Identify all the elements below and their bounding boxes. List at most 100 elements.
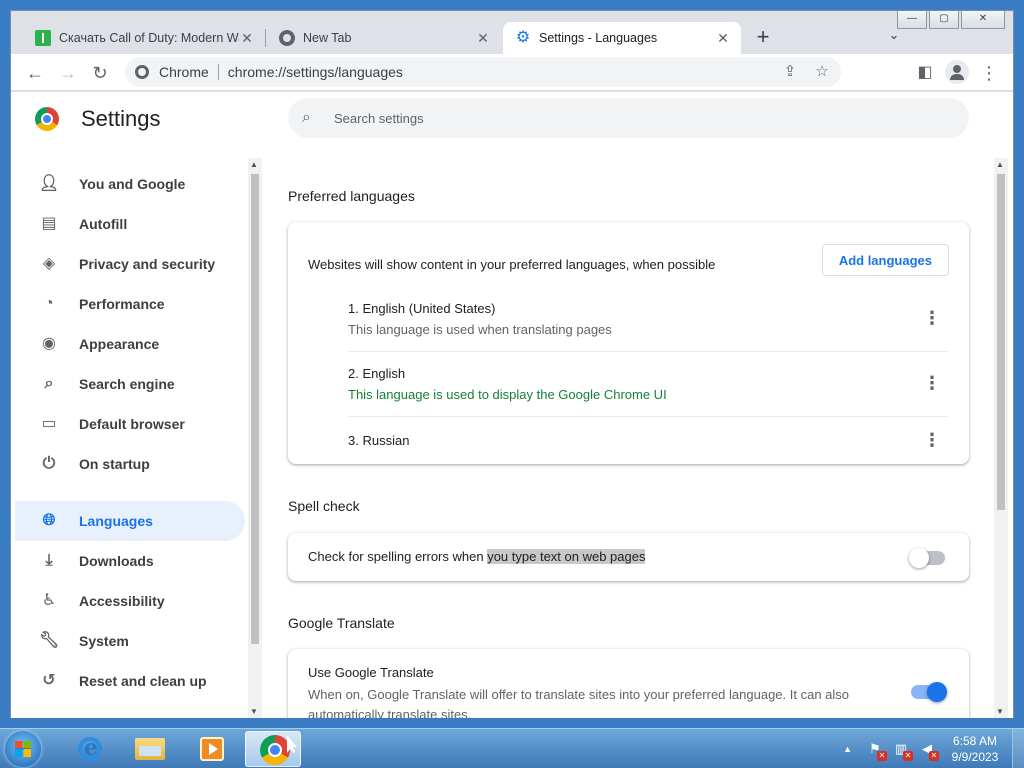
settings-header: Settings ⌕ [11, 92, 1013, 152]
chrome-icon [135, 65, 149, 79]
tab-call-of-duty[interactable]: Скачать Call of Duty: Modern Wa ✕ [23, 22, 265, 54]
sidebar-item-languages[interactable]: 🌐︎ Languages [15, 501, 245, 541]
tab-settings-languages[interactable]: ⚙ Settings - Languages ✕ [503, 22, 741, 54]
sidebar-scrollbar[interactable]: ▲ ▼ [248, 158, 262, 718]
maximize-button[interactable]: ▢ [929, 11, 959, 29]
spell-check-label-text: Check for spelling errors when [308, 549, 488, 564]
search-icon: ⌕ [302, 109, 311, 126]
google-translate-card: Use Google Translate When on, Google Tra… [288, 649, 969, 718]
minimize-button[interactable]: — [897, 11, 927, 29]
side-panel-icon[interactable]: ◧ [913, 61, 937, 85]
main-scrollbar[interactable]: ▲ ▼ [994, 158, 1008, 718]
sidebar-item-label: On startup [79, 456, 150, 472]
globe-icon: 🌐︎ [42, 512, 56, 529]
sidebar-item-appearance[interactable]: ◉ Appearance [15, 324, 245, 364]
close-icon[interactable]: ✕ [475, 30, 491, 47]
spell-check-label: Check for spelling errors when you type … [308, 549, 646, 564]
scroll-up-arrow-icon[interactable]: ▲ [250, 160, 258, 169]
windows-logo-icon [15, 741, 31, 757]
taskbar-media-player[interactable] [182, 731, 238, 767]
tab-separator [265, 29, 266, 47]
tab-new-tab[interactable]: New Tab ✕ [267, 22, 501, 54]
taskbar-internet-explorer[interactable] [60, 731, 116, 767]
toggle-knob [927, 682, 947, 702]
bookmark-star-icon[interactable]: ☆ [811, 60, 833, 84]
close-icon[interactable]: ✕ [715, 30, 731, 47]
chrome-favicon-icon [279, 30, 295, 46]
sidebar-item-on-startup[interactable]: ⏻ On startup [15, 444, 245, 484]
accessibility-icon: ♿︎ [41, 592, 57, 609]
profile-avatar[interactable] [945, 60, 969, 84]
address-url[interactable]: chrome://settings/languages [228, 64, 403, 80]
show-desktop-button[interactable] [1012, 729, 1024, 768]
browser-window: Скачать Call of Duty: Modern Wa ✕ New Ta… [10, 10, 1014, 718]
close-window-button[interactable]: ✕ [961, 11, 1005, 29]
sidebar-item-autofill[interactable]: ▤ Autofill [15, 204, 245, 244]
forward-icon[interactable]: → [56, 61, 80, 85]
add-languages-button[interactable]: Add languages [821, 244, 949, 276]
toggle-knob [909, 548, 929, 568]
language-more-actions-icon[interactable]: ⋮ [923, 430, 941, 450]
spell-check-card: Check for spelling errors when you type … [288, 533, 969, 581]
translate-description: When on, Google Translate will offer to … [308, 687, 850, 718]
volume-icon[interactable]: ◀ ✕ [918, 740, 939, 761]
person-icon: 👤︎ [39, 175, 60, 192]
scroll-up-arrow-icon[interactable]: ▲ [996, 160, 1004, 169]
section-title-spell-check: Spell check [288, 498, 360, 514]
sidebar-item-label: Autofill [79, 216, 128, 232]
back-icon[interactable]: ← [23, 61, 47, 85]
clock-time: 6:58 AM [952, 734, 998, 748]
network-icon[interactable]: ▥ ✕ [892, 740, 913, 761]
folder-icon [135, 738, 165, 760]
browser-icon: ▭ [41, 415, 57, 432]
sidebar-item-label: Appearance [79, 336, 160, 352]
sidebar-item-reset[interactable]: ↺ Reset and clean up [15, 661, 245, 701]
sidebar-item-default-browser[interactable]: ▭ Default browser [15, 404, 245, 444]
new-tab-button[interactable]: + [751, 26, 775, 50]
download-icon: ⤓ [45, 552, 53, 569]
sidebar-item-label: Default browser [79, 416, 185, 432]
scroll-down-arrow-icon[interactable]: ▼ [996, 707, 1004, 716]
sidebar-item-privacy[interactable]: ◈ Privacy and security [15, 244, 245, 284]
clipboard-icon: ▤ [41, 215, 57, 232]
reload-icon[interactable]: ↻ [88, 61, 112, 85]
section-title-preferred-languages: Preferred languages [288, 188, 415, 204]
preferred-languages-card: Websites will show content in your prefe… [288, 222, 969, 464]
close-icon[interactable]: ✕ [239, 30, 255, 47]
google-translate-toggle[interactable] [911, 682, 947, 702]
sidebar-item-performance[interactable]: ◔ Performance [15, 284, 245, 324]
menu-kebab-icon[interactable]: ⋮ [977, 61, 1001, 85]
spell-check-toggle[interactable] [909, 548, 945, 568]
sidebar-item-accessibility[interactable]: ♿︎ Accessibility [15, 581, 245, 621]
scroll-down-arrow-icon[interactable]: ▼ [250, 707, 258, 716]
share-icon[interactable]: ⇪ [779, 60, 801, 84]
scrollbar-thumb[interactable] [251, 174, 259, 644]
scrollbar-thumb[interactable] [997, 174, 1005, 510]
action-center-flag-icon[interactable]: ⚑ ✕ [866, 740, 887, 761]
tab-search-button[interactable]: ⌄ [884, 27, 904, 47]
language-more-actions-icon[interactable]: ⋮ [923, 308, 941, 328]
address-chip: Chrome [159, 64, 209, 80]
power-icon: ⏻ [42, 455, 56, 472]
sidebar-item-search-engine[interactable]: ⌕ Search engine [15, 364, 245, 404]
language-more-actions-icon[interactable]: ⋮ [923, 373, 941, 393]
tab-title: Скачать Call of Duty: Modern Wa [59, 31, 239, 45]
language-row: 3. Russian [348, 433, 948, 448]
language-row: 2. English This language is used to disp… [348, 366, 948, 402]
show-hidden-icons-button[interactable]: ▲ [843, 744, 852, 754]
start-button[interactable] [5, 731, 41, 767]
error-badge-icon: ✕ [877, 751, 887, 761]
search-input[interactable] [334, 110, 934, 126]
taskbar-clock[interactable]: 6:58 AM 9/9/2023 [944, 733, 1006, 765]
sidebar-item-you-and-google[interactable]: 👤︎ You and Google [15, 164, 245, 204]
address-bar[interactable]: Chrome chrome://settings/languages ⇪ ☆ [125, 57, 841, 87]
settings-page: Settings ⌕ 👤︎ You and Google ▤ Autofill … [11, 92, 1013, 718]
taskbar-file-explorer[interactable] [121, 731, 177, 767]
clock-date: 9/9/2023 [951, 750, 999, 764]
language-note: This language is used when translating p… [348, 322, 612, 337]
sidebar-item-downloads[interactable]: ⤓ Downloads [15, 541, 245, 581]
error-badge-icon: ✕ [903, 751, 913, 761]
search-settings-box[interactable]: ⌕ [288, 98, 969, 138]
media-player-icon [200, 737, 224, 761]
sidebar-item-system[interactable]: 🔧︎ System [15, 621, 245, 661]
